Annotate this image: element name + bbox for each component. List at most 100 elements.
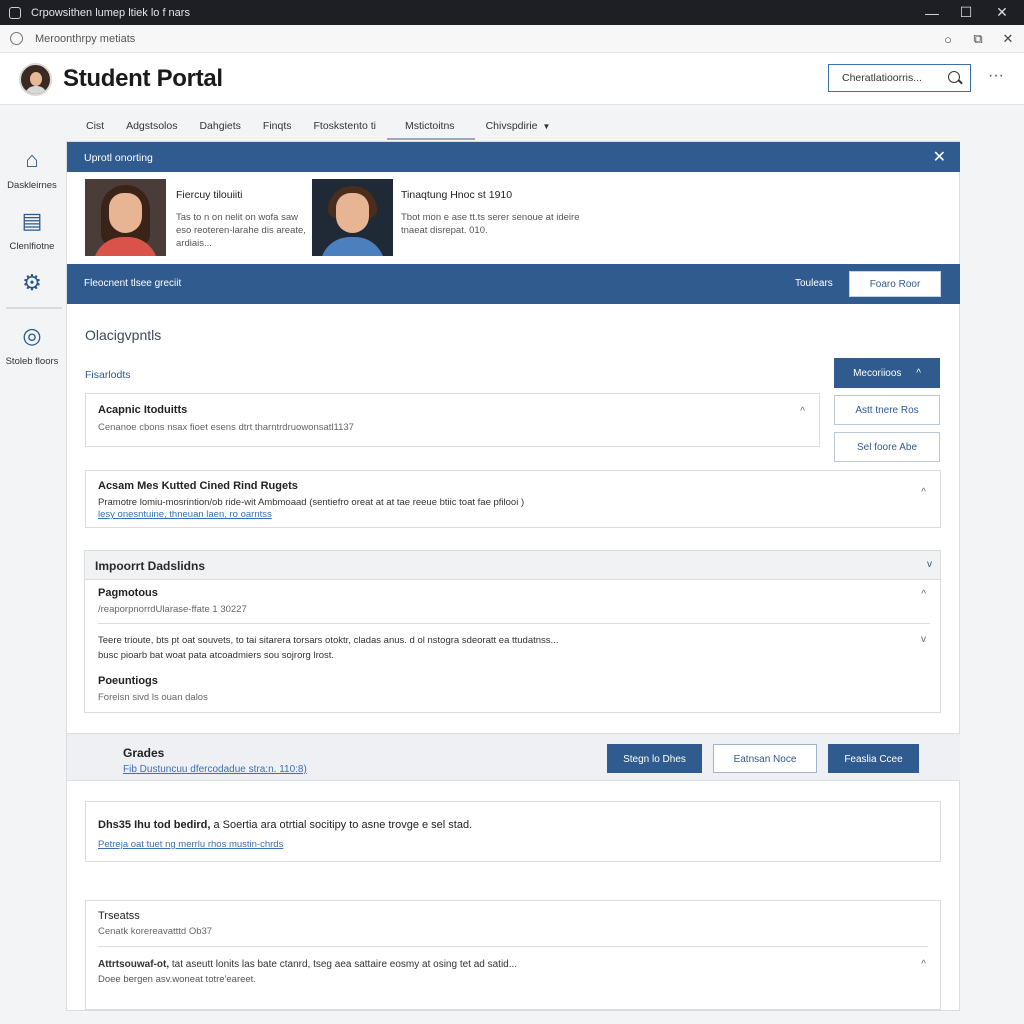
top-navigation: Cist Adgstsolos Dahgiets Finqts Ftoskste… xyxy=(66,112,561,140)
sidebar-item-label: Daskleirnes xyxy=(7,180,57,191)
tab-dahgiets[interactable]: Dahgiets xyxy=(188,112,251,140)
grades-title: Grades xyxy=(123,746,165,760)
clock-icon: ◎ xyxy=(22,323,42,348)
side-button-primary[interactable]: Mecoriioos ^ xyxy=(834,358,940,388)
chevron-down-icon[interactable]: v xyxy=(921,634,926,645)
chevron-up-icon: ^ xyxy=(916,368,921,379)
avatar[interactable] xyxy=(19,63,52,96)
card-link[interactable]: Petreja oat tuet ng merrlu rhos mustin-c… xyxy=(98,839,283,850)
side-button-label: Mecoriioos xyxy=(853,368,902,379)
accordion-text: Teere trioute, bts pt oat souvets, to ta… xyxy=(98,635,559,646)
card-desc: a Soertia ara otrtial socitipy to asne t… xyxy=(210,819,473,831)
sidebar-item-documents[interactable]: ▤ Clenlfiotne xyxy=(0,208,64,252)
maximize-button[interactable]: ☐ xyxy=(948,0,984,25)
section-title: Olacigvpntls xyxy=(85,327,162,343)
minimize-button[interactable]: — xyxy=(914,0,950,25)
accordion-item-title: Pagmotous xyxy=(98,587,158,599)
chevron-up-icon[interactable]: ^ xyxy=(921,487,926,498)
globe-icon xyxy=(10,32,23,45)
chevron-up-icon[interactable]: ^ xyxy=(800,406,805,417)
modal-title: Uprotl onorting xyxy=(84,152,153,164)
card-title: Acapnic Itoduitts xyxy=(98,404,188,416)
divider xyxy=(98,946,928,947)
sidebar-divider xyxy=(6,307,62,309)
chevron-down-icon: ▼ xyxy=(542,122,551,131)
action-banner: Fleocnent tlsee greciit Toulears Foaro R… xyxy=(67,264,960,304)
tab-mstictoitns[interactable]: Mstictoitns xyxy=(386,112,475,140)
modal-header: Uprotl onorting ✕ xyxy=(67,142,960,172)
grades-button-2[interactable]: Eatnsan Noce xyxy=(713,744,817,773)
tab-adgstsolos[interactable]: Adgstsolos xyxy=(115,112,188,140)
section-label[interactable]: Fisarlodts xyxy=(85,369,131,381)
circle-icon[interactable]: ○ xyxy=(938,29,958,49)
grades-button-3[interactable]: Feaslia Ccee xyxy=(828,744,919,773)
card-item-title: Attrtsouwaf-ot, xyxy=(98,959,170,970)
accordion-item-meta: Foreisn sivd ls ouan dalos xyxy=(98,692,208,703)
accordion-title: Impoorrt Dadslidns xyxy=(95,559,206,573)
grades-button-1[interactable]: Stegn lo Dhes xyxy=(607,744,702,773)
accordion-header[interactable]: Impoorrt Dadslidns v xyxy=(84,550,941,580)
grades-subtitle[interactable]: Fib Dustuncuu dfercodadue stra:n. 110:8) xyxy=(123,764,307,775)
chevron-down-icon[interactable]: v xyxy=(927,559,932,570)
tab-ftoskstento[interactable]: Ftoskstento ti xyxy=(303,112,387,140)
side-button[interactable]: Sel foore Abe xyxy=(834,432,940,462)
banner-button[interactable]: Foaro Roor xyxy=(849,271,941,297)
tab-finqts[interactable]: Finqts xyxy=(252,112,303,140)
window-titlebar: Crpowsithen lumep ltiek lo f nars — ☐ ✕ xyxy=(0,0,1024,25)
card-item-line2: Doee bergen asv.woneat totre'eareet. xyxy=(98,974,256,985)
banner-sub[interactable]: Toulears xyxy=(795,278,833,289)
accordion-item-meta: /reaporpnorrdUlarase-ffate 1 30227 xyxy=(98,604,247,615)
card-title: Dhs35 Ihu tod bedird, xyxy=(98,819,211,831)
page-title: Student Portal xyxy=(63,65,223,92)
search-text: Cheratlatioorris... xyxy=(842,72,922,84)
close-window-button[interactable]: ✕ xyxy=(984,0,1020,25)
search-input[interactable]: Cheratlatioorris... xyxy=(828,64,971,92)
main-panel: Uprotl onorting ✕ Fiercuy tilouiiti Tas … xyxy=(66,141,960,1011)
info-card[interactable]: Acsam Mes Kutted Cined Rind Rugets Pramo… xyxy=(85,470,941,528)
close-icon[interactable]: ✕ xyxy=(933,147,946,167)
chevron-up-icon[interactable]: ^ xyxy=(921,959,926,970)
banner-text: Fleocnent tlsee greciit xyxy=(84,278,182,289)
more-options-icon[interactable]: ··· xyxy=(988,67,1004,85)
window-title: Crpowsithen lumep ltiek lo f nars xyxy=(31,6,190,19)
portal-header: Student Portal Cheratlatioorris... ··· xyxy=(0,53,1024,105)
accordion-body: Pagmotous /reaporpnorrdUlarase-ffate 1 3… xyxy=(84,580,941,713)
card-link[interactable]: lesy onesntuine, thneuan laen, ro oarnts… xyxy=(98,509,272,520)
grades-bar: Grades Fib Dustuncuu dfercodadue stra:n.… xyxy=(67,733,960,781)
address-bar: Meroonthrpy metiats ○ ⧉ ✕ xyxy=(0,25,1024,53)
card-title: Trseatss xyxy=(98,910,140,922)
document-icon: ▤ xyxy=(21,208,43,233)
share-icon[interactable]: ⧉ xyxy=(968,29,988,49)
card-desc: Cenanoe cbons nsax fioet esens dtrt thar… xyxy=(98,422,354,433)
profile-name: Fiercuy tilouiiti xyxy=(176,189,243,201)
info-card[interactable]: Trseatss Cenatk korereavatttd Ob37 Attrt… xyxy=(85,900,941,1010)
sidebar-item-dashboard[interactable]: ⌂ Daskleirnes xyxy=(0,147,64,191)
card-meta: Cenatk korereavatttd Ob37 xyxy=(98,926,213,937)
card-headline: Dhs35 Ihu tod bedird, a Soertia ara otrt… xyxy=(98,819,472,831)
card-item-desc: tat aseutt lonits las bate ctanrd, tseg … xyxy=(169,959,518,970)
card-title: Acsam Mes Kutted Cined Rind Rugets xyxy=(98,480,298,492)
gear-icon: ⚙ xyxy=(22,270,42,295)
side-button[interactable]: Astt tnere Ros xyxy=(834,395,940,425)
sidebar-item-label: Clenlfiotne xyxy=(9,241,55,252)
tab-chivspdirie-label: Chivspdirie xyxy=(485,120,538,132)
profile-photo xyxy=(85,179,166,256)
profile-desc: Tas to n on nelit on wofa saw eso reoter… xyxy=(176,212,306,249)
tab-cist[interactable]: Cist xyxy=(75,112,115,140)
chevron-up-icon[interactable]: ^ xyxy=(921,589,926,600)
info-card[interactable]: Dhs35 Ihu tod bedird, a Soertia ara otrt… xyxy=(85,801,941,862)
sidebar-item-settings[interactable]: ⚙ xyxy=(0,270,64,303)
close-icon[interactable]: ✕ xyxy=(998,29,1018,49)
info-card[interactable]: Acapnic Itoduitts Cenanoe cbons nsax fio… xyxy=(85,393,820,447)
divider xyxy=(98,623,930,624)
address-url[interactable]: Meroonthrpy metiats xyxy=(35,33,135,45)
sidebar-item-label: Stoleb floors xyxy=(5,356,59,367)
card-item-line: Attrtsouwaf-ot, tat aseutt lonits las ba… xyxy=(98,959,517,970)
accordion-text: busc pioarb bat woat pata atcoadmiers so… xyxy=(98,650,335,661)
profile-photo xyxy=(312,179,393,256)
sidebar-item-schedule[interactable]: ◎ Stoleb floors xyxy=(0,323,64,367)
tab-chivspdirie[interactable]: Chivspdirie ▼ xyxy=(475,112,562,140)
app-icon xyxy=(9,6,21,19)
accordion-item-title: Poeuntiogs xyxy=(98,675,158,687)
search-icon[interactable] xyxy=(948,71,960,83)
